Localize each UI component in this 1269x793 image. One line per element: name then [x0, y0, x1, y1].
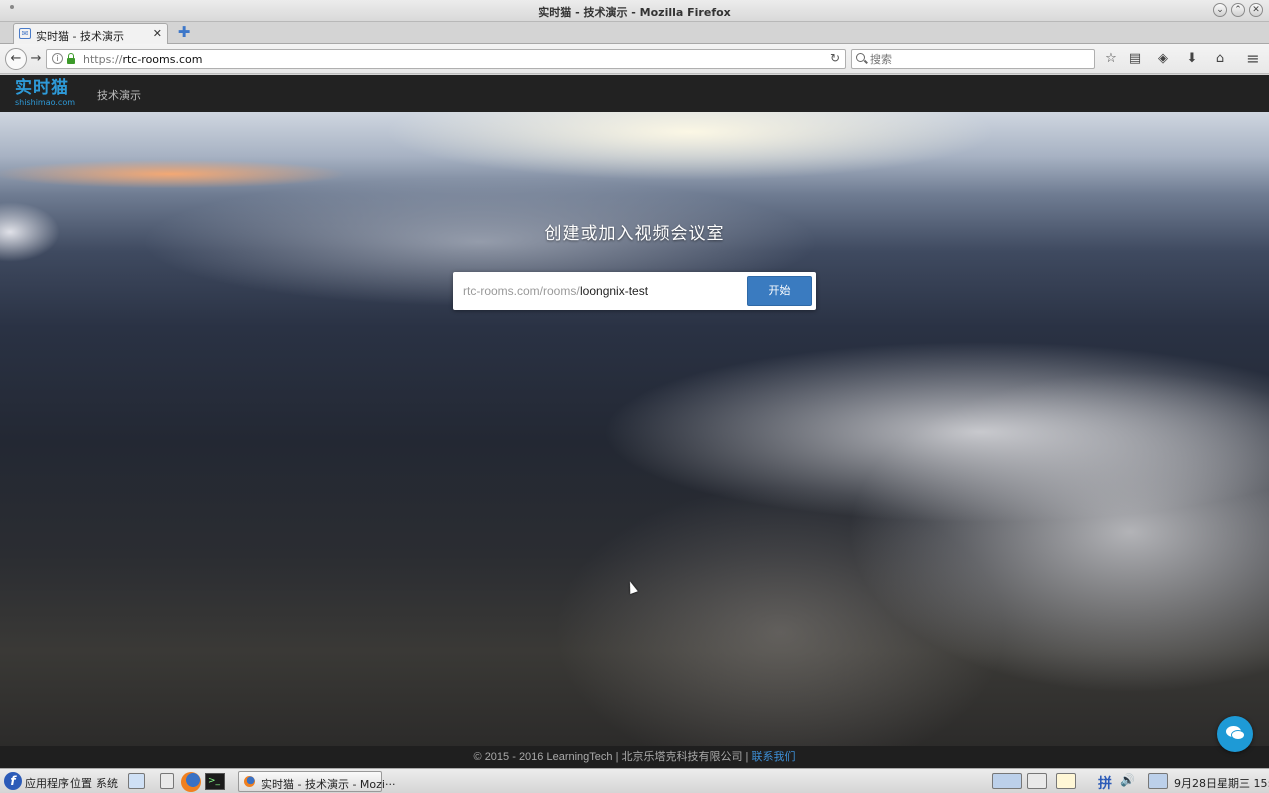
network-icon[interactable]: [1148, 773, 1168, 789]
hero-title: 创建或加入视频会议室: [544, 224, 725, 244]
close-window-button[interactable]: ✕: [1249, 3, 1263, 17]
search-icon: [856, 53, 865, 62]
tab-favicon-icon: ✉: [19, 28, 31, 39]
ime-icon[interactable]: 拼: [1098, 773, 1112, 792]
room-form: rtc-rooms.com/rooms/ 开始: [453, 272, 816, 310]
forward-button[interactable]: →: [28, 51, 44, 67]
menu-places[interactable]: 位置: [70, 775, 92, 791]
chat-button[interactable]: [1217, 716, 1253, 752]
search-input[interactable]: [870, 52, 1090, 66]
firefox-icon[interactable]: [181, 772, 201, 792]
pocket-icon[interactable]: ◈: [1155, 51, 1171, 67]
site-footer: © 2015 - 2016 LearningTech | 北京乐塔克科技有限公司…: [0, 746, 1269, 768]
file-manager-icon[interactable]: [128, 773, 145, 789]
maximize-button[interactable]: ⌃: [1231, 3, 1245, 17]
tab-label: 实时猫 - 技术演示: [36, 30, 124, 43]
task-firefox-icon: [244, 776, 255, 787]
text-editor-icon[interactable]: [160, 773, 174, 789]
window-titlebar: 实时猫 - 技术演示 - Mozilla Firefox ⌄ ⌃ ✕: [0, 0, 1269, 22]
terminal-icon[interactable]: >_: [205, 773, 225, 790]
menu-icon[interactable]: ≡: [1245, 51, 1261, 67]
notes-icon[interactable]: [1056, 773, 1076, 789]
brand-name: 实时猫: [15, 78, 69, 98]
clock[interactable]: 9月28日星期三 15:12: [1174, 775, 1269, 791]
site-logo[interactable]: 实时猫 shishimao.com: [15, 78, 75, 108]
web-page: 实时猫 shishimao.com 技术演示 创建或加入视频会议室 rtc-ro…: [0, 75, 1269, 768]
os-panel: f 应用程序 位置 系统 >_ 实时猫 - 技术演示 - Mozi··· 拼 🔊…: [0, 768, 1269, 793]
minimize-button[interactable]: ⌄: [1213, 3, 1227, 17]
contact-us-link[interactable]: 联系我们: [751, 751, 795, 763]
mouse-cursor-icon: [626, 579, 638, 595]
new-tab-button[interactable]: ✚: [177, 25, 191, 40]
workspace-switcher-icon[interactable]: [992, 773, 1022, 789]
window-controls: ⌄ ⌃ ✕: [1213, 3, 1263, 17]
download-icon[interactable]: ⬇: [1184, 51, 1200, 67]
menu-applications[interactable]: 应用程序: [25, 775, 69, 791]
footer-copyright: © 2015 - 2016 LearningTech | 北京乐塔克科技有限公司…: [473, 751, 749, 763]
menu-system[interactable]: 系统: [96, 775, 118, 791]
search-bar[interactable]: [851, 49, 1095, 69]
site-header: 实时猫 shishimao.com 技术演示: [0, 75, 1269, 112]
lock-icon[interactable]: [67, 53, 75, 64]
tab-strip: ✉ 实时猫 - 技术演示 ✕ ✚: [0, 22, 1269, 44]
url-scheme: https://: [83, 53, 123, 66]
url-text[interactable]: https://rtc-rooms.com: [83, 53, 202, 66]
room-name-input[interactable]: [580, 281, 740, 301]
url-bar[interactable]: i https://rtc-rooms.com ↻: [46, 49, 846, 69]
volume-icon[interactable]: 🔊: [1120, 773, 1135, 790]
back-button[interactable]: ←: [5, 48, 27, 70]
taskbar-firefox-window[interactable]: 实时猫 - 技术演示 - Mozi···: [238, 771, 395, 792]
hero-background: 创建或加入视频会议室 rtc-rooms.com/rooms/ 开始: [0, 112, 1269, 746]
window-title: 实时猫 - 技术演示 - Mozilla Firefox: [538, 6, 731, 19]
reload-icon[interactable]: ↻: [830, 51, 840, 65]
site-info-icon[interactable]: i: [52, 53, 63, 64]
os-logo-icon[interactable]: f: [4, 772, 22, 790]
tab-close-icon[interactable]: ✕: [153, 27, 162, 40]
star-icon[interactable]: ☆: [1103, 51, 1119, 67]
room-url-prefix: rtc-rooms.com/rooms/: [463, 284, 580, 298]
taskbar-window-label: 实时猫 - 技术演示 - Mozi···: [261, 778, 396, 791]
home-icon[interactable]: ⌂: [1212, 51, 1228, 67]
reading-list-icon[interactable]: ▤: [1127, 51, 1143, 67]
browser-tab[interactable]: ✉ 实时猫 - 技术演示 ✕: [13, 23, 168, 44]
screenshot-icon[interactable]: [1027, 773, 1047, 789]
chat-bubble-icon-secondary: [1231, 730, 1245, 740]
nav-toolbar: ← → i https://rtc-rooms.com ↻ ☆ ▤ ◈ ⬇ ⌂ …: [0, 44, 1269, 74]
nav-link-tech-demo[interactable]: 技术演示: [97, 87, 141, 103]
url-host: rtc-rooms.com: [122, 53, 203, 66]
start-button[interactable]: 开始: [747, 276, 812, 306]
brand-domain: shishimao.com: [15, 98, 75, 107]
